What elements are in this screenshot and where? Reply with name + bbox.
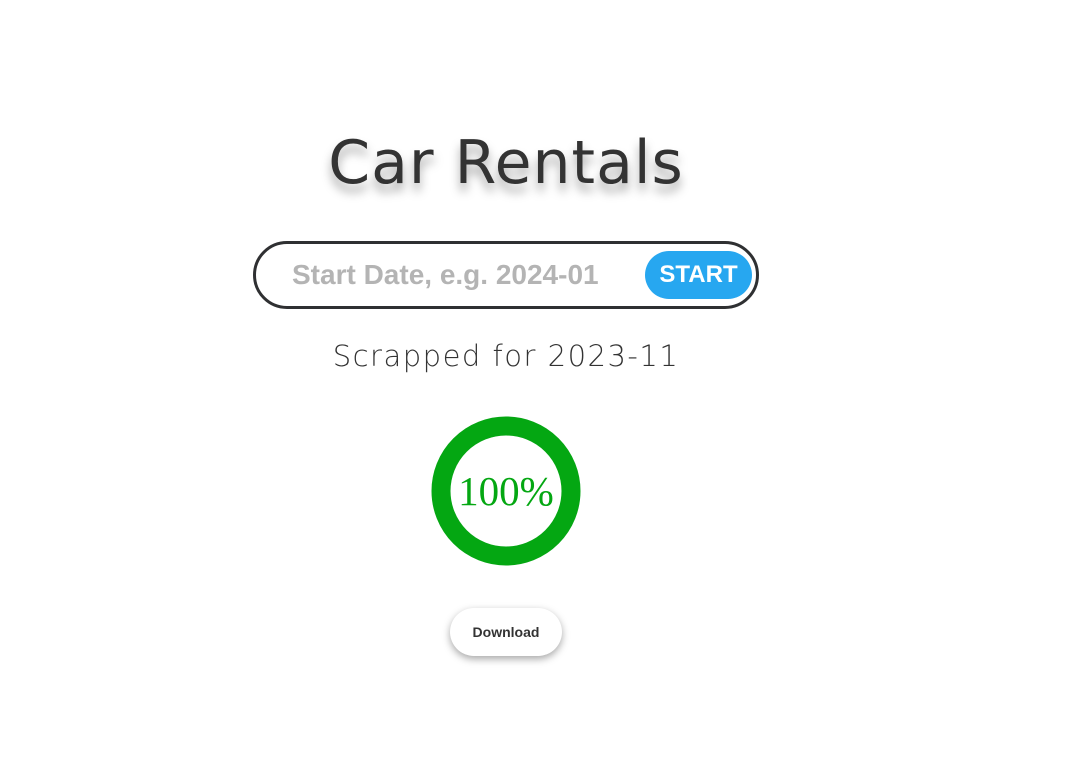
start-button[interactable]: START (645, 251, 752, 299)
start-date-input[interactable] (292, 252, 632, 298)
progress-label: 100% (458, 468, 554, 514)
page-title: Car Rentals (328, 128, 684, 198)
download-button[interactable]: Download (450, 608, 562, 656)
progress-ring: 100% (431, 416, 581, 566)
status-text: Scrapped for 2023-11 (332, 339, 680, 373)
search-box: START (253, 241, 759, 309)
